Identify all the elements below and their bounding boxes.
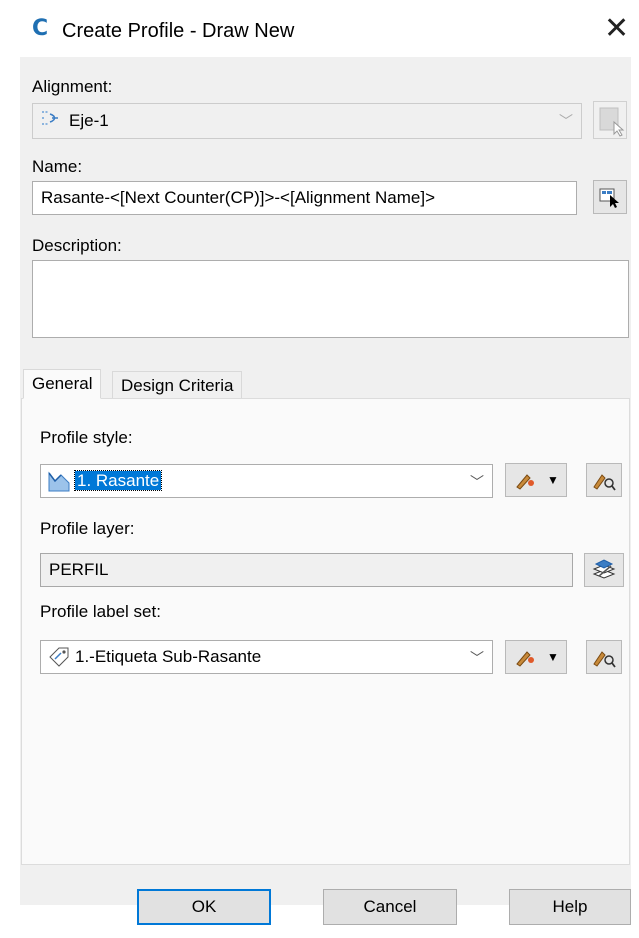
profile-layer-button[interactable] [584, 553, 624, 587]
profile-label-set-combo[interactable]: 1.-Etiqueta Sub-Rasante ﹀ [40, 640, 493, 674]
alignment-combo[interactable]: Eje-1 ﹀ [32, 103, 582, 139]
description-label: Description: [32, 236, 122, 255]
label-set-preview-button[interactable] [586, 640, 622, 674]
profile-style-label: Profile style: [40, 428, 133, 447]
profile-layer-value: PERFIL [49, 560, 109, 579]
alignment-icon [39, 107, 61, 138]
chevron-down-icon: ﹀ [559, 113, 573, 129]
profile-layer-label: Profile layer: [40, 519, 135, 538]
dropdown-arrow-icon: ▼ [547, 650, 559, 664]
dropdown-arrow-icon: ▼ [547, 473, 559, 487]
edit-style-icon [516, 651, 535, 667]
profile-layer-field[interactable]: PERFIL [40, 553, 573, 587]
label-tag-icon [47, 645, 71, 673]
preview-style-icon [593, 651, 616, 668]
preview-style-icon [593, 474, 616, 491]
app-logo-icon: C [32, 16, 49, 41]
name-template-button[interactable] [593, 180, 627, 214]
chevron-down-icon: ﹀ [470, 650, 484, 666]
profile-label-set-value: 1.-Etiqueta Sub-Rasante [75, 647, 262, 666]
layers-icon [592, 559, 616, 579]
edit-style-icon [516, 474, 535, 490]
cursor-pick-icon [599, 107, 625, 137]
close-icon[interactable]: ✕ [604, 14, 629, 44]
help-button[interactable]: Help [509, 889, 631, 925]
profile-style-combo[interactable]: 1. Rasante ﹀ [40, 464, 493, 498]
tab-design-criteria[interactable]: Design Criteria [112, 371, 243, 399]
profile-style-value: 1. Rasante [73, 470, 163, 491]
window-title: Create Profile - Draw New [62, 20, 295, 42]
profile-style-preview-button[interactable] [586, 463, 622, 497]
cancel-button[interactable]: Cancel [323, 889, 457, 925]
profile-label-set-label: Profile label set: [40, 602, 161, 621]
label-set-edit-button[interactable]: ▼ [505, 640, 567, 674]
name-label: Name: [32, 157, 83, 176]
name-template-icon [599, 188, 619, 208]
pick-alignment-button[interactable] [593, 101, 627, 139]
name-input[interactable]: Rasante-<[Next Counter(CP)]>-<[Alignment… [32, 181, 577, 215]
name-value: Rasante-<[Next Counter(CP)]>-<[Alignment… [41, 188, 436, 207]
alignment-value: Eje-1 [69, 111, 109, 130]
ok-button[interactable]: OK [137, 889, 271, 925]
profile-style-icon [47, 469, 71, 497]
description-textarea[interactable] [32, 260, 629, 338]
alignment-label: Alignment: [32, 77, 113, 96]
tab-general[interactable]: General [23, 369, 102, 399]
profile-style-edit-button[interactable]: ▼ [505, 463, 567, 497]
chevron-down-icon: ﹀ [470, 474, 484, 490]
